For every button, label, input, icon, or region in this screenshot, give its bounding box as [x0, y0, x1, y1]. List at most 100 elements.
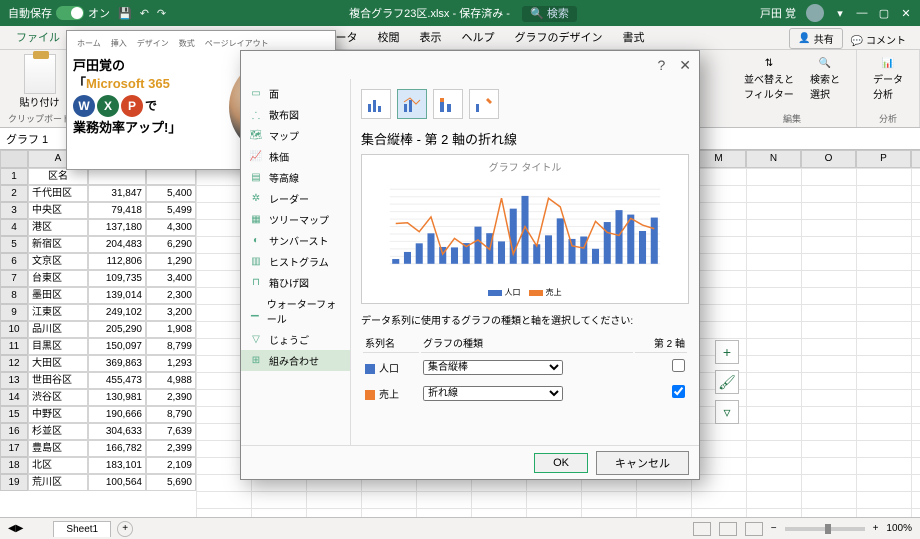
- row-header-14[interactable]: 14: [0, 389, 28, 406]
- dialog-close-button[interactable]: ✕: [679, 57, 691, 74]
- chart-type-面[interactable]: ▭面: [241, 83, 350, 104]
- chart-type-icon: ▦: [249, 213, 263, 227]
- subtype-1[interactable]: [361, 89, 391, 119]
- chart-type-じょうご[interactable]: ▽じょうご: [241, 329, 350, 350]
- row-header-18[interactable]: 18: [0, 457, 28, 474]
- row-header-13[interactable]: 13: [0, 372, 28, 389]
- col-header-P[interactable]: P: [856, 150, 911, 168]
- axis2-checkbox[interactable]: [672, 359, 685, 372]
- username[interactable]: 戸田 覚: [760, 5, 796, 21]
- comments-button[interactable]: 💬 コメント: [843, 30, 914, 49]
- paste-icon[interactable]: [24, 54, 56, 94]
- sheet-nav-left[interactable]: ◀: [8, 523, 16, 534]
- select-all-corner[interactable]: [0, 150, 28, 168]
- series-type-select[interactable]: 集合縦棒: [423, 360, 563, 375]
- series-type-select[interactable]: 折れ線: [423, 386, 563, 401]
- page-break-view-button[interactable]: [745, 522, 763, 536]
- dialog-cancel-button[interactable]: キャンセル: [596, 451, 689, 475]
- row-header-2[interactable]: 2: [0, 185, 28, 202]
- col-header-Q[interactable]: Q: [911, 150, 920, 168]
- chart-type-icon: ◐: [249, 234, 263, 248]
- zoom-in-button[interactable]: +: [873, 523, 879, 534]
- close-button[interactable]: ✕: [900, 7, 912, 20]
- search-box[interactable]: 🔍 検索: [522, 6, 577, 22]
- autosave-toggle[interactable]: 自動保存 オン: [8, 5, 110, 21]
- analyze-button[interactable]: 📊 データ 分析: [865, 54, 911, 105]
- row-header-1[interactable]: 1: [0, 168, 28, 185]
- sort-filter-button[interactable]: ⇅ 並べ替えと フィルター: [736, 54, 802, 105]
- chart-type-ウォーターフォール[interactable]: ▁ウォーターフォール: [241, 293, 350, 329]
- row-header-12[interactable]: 12: [0, 355, 28, 372]
- chart-type-icon: ⸫: [249, 108, 263, 122]
- change-chart-type-dialog: ? ✕ ▭面⸫散布図🗺マップ📈株価▤等高線✲レーダー▦ツリーマップ◐サンバースト…: [240, 50, 700, 480]
- chart-type-icon: ▤: [249, 171, 263, 185]
- chart-subtype-title: 集合縦棒 - 第 2 軸の折れ線: [361, 129, 689, 148]
- maximize-button[interactable]: ▢: [878, 7, 890, 20]
- share-button[interactable]: 👤 共有: [789, 28, 842, 49]
- subtype-4[interactable]: [469, 89, 499, 119]
- series-config-table: 系列名グラフの種類第 2 軸 人口集合縦棒売上折れ線: [361, 331, 689, 407]
- chart-elements-button[interactable]: +: [715, 340, 739, 364]
- row-header-3[interactable]: 3: [0, 202, 28, 219]
- chart-type-等高線[interactable]: ▤等高線: [241, 167, 350, 188]
- ribbon-tab-7[interactable]: 表示: [409, 25, 451, 49]
- find-select-button[interactable]: 🔍 検索と 選択: [802, 54, 848, 105]
- ribbon-options-icon[interactable]: ▾: [834, 7, 846, 20]
- row-header-16[interactable]: 16: [0, 423, 28, 440]
- zoom-level[interactable]: 100%: [886, 523, 912, 534]
- chart-type-箱ひげ図[interactable]: ⊓箱ひげ図: [241, 272, 350, 293]
- chart-type-ツリーマップ[interactable]: ▦ツリーマップ: [241, 209, 350, 230]
- search-icon: 🔍: [819, 58, 831, 69]
- chart-filter-button[interactable]: ▿: [715, 400, 739, 424]
- axis2-checkbox[interactable]: [672, 385, 685, 398]
- ribbon-tab-10[interactable]: 書式: [612, 25, 654, 49]
- ribbon-tab-9[interactable]: グラフのデザイン: [504, 25, 612, 49]
- row-header-15[interactable]: 15: [0, 406, 28, 423]
- chart-type-レーダー[interactable]: ✲レーダー: [241, 188, 350, 209]
- row-header-7[interactable]: 7: [0, 270, 28, 287]
- quick-access-toolbar[interactable]: 💾 ↶ ↷: [118, 7, 166, 20]
- filename: 複合グラフ23区.xlsx: [349, 8, 449, 20]
- undo-icon[interactable]: ↶: [140, 7, 149, 20]
- zoom-slider[interactable]: [785, 527, 865, 531]
- user-avatar[interactable]: [806, 4, 824, 22]
- chart-styles-button[interactable]: 🖌: [715, 370, 739, 394]
- sort-icon: ⇅: [765, 58, 773, 69]
- row-header-8[interactable]: 8: [0, 287, 28, 304]
- chart-type-散布図[interactable]: ⸫散布図: [241, 104, 350, 125]
- row-header-10[interactable]: 10: [0, 321, 28, 338]
- chart-type-icon: ⊓: [249, 276, 263, 290]
- ribbon-tab-8[interactable]: ヘルプ: [451, 25, 504, 49]
- zoom-out-button[interactable]: −: [771, 523, 777, 534]
- chart-type-ヒストグラム[interactable]: ▥ヒストグラム: [241, 251, 350, 272]
- chart-type-icon: ⊞: [249, 354, 263, 368]
- chart-type-サンバースト[interactable]: ◐サンバースト: [241, 230, 350, 251]
- ribbon-tab-0[interactable]: ファイル: [6, 25, 70, 49]
- subtype-3[interactable]: [433, 89, 463, 119]
- chart-type-組み合わせ[interactable]: ⊞組み合わせ: [241, 350, 350, 371]
- row-header-9[interactable]: 9: [0, 304, 28, 321]
- col-header-O[interactable]: O: [801, 150, 856, 168]
- save-icon[interactable]: 💾: [118, 7, 132, 20]
- chart-type-icon: ▭: [249, 87, 263, 101]
- add-sheet-button[interactable]: +: [117, 521, 133, 537]
- normal-view-button[interactable]: [693, 522, 711, 536]
- subtype-2[interactable]: [397, 89, 427, 119]
- row-header-19[interactable]: 19: [0, 474, 28, 491]
- col-header-N[interactable]: N: [746, 150, 801, 168]
- row-header-5[interactable]: 5: [0, 236, 28, 253]
- chart-type-マップ[interactable]: 🗺マップ: [241, 125, 350, 146]
- dialog-help-button[interactable]: ?: [657, 57, 665, 73]
- sheet-nav-right[interactable]: ▶: [16, 523, 24, 534]
- sheet-tab[interactable]: Sheet1: [53, 521, 111, 537]
- redo-icon[interactable]: ↷: [157, 7, 166, 20]
- row-header-11[interactable]: 11: [0, 338, 28, 355]
- dialog-ok-button[interactable]: OK: [534, 453, 588, 473]
- minimize-button[interactable]: —: [856, 7, 868, 19]
- row-header-4[interactable]: 4: [0, 219, 28, 236]
- row-header-6[interactable]: 6: [0, 253, 28, 270]
- chart-type-株価[interactable]: 📈株価: [241, 146, 350, 167]
- ribbon-tab-6[interactable]: 校閲: [367, 25, 409, 49]
- page-layout-view-button[interactable]: [719, 522, 737, 536]
- row-header-17[interactable]: 17: [0, 440, 28, 457]
